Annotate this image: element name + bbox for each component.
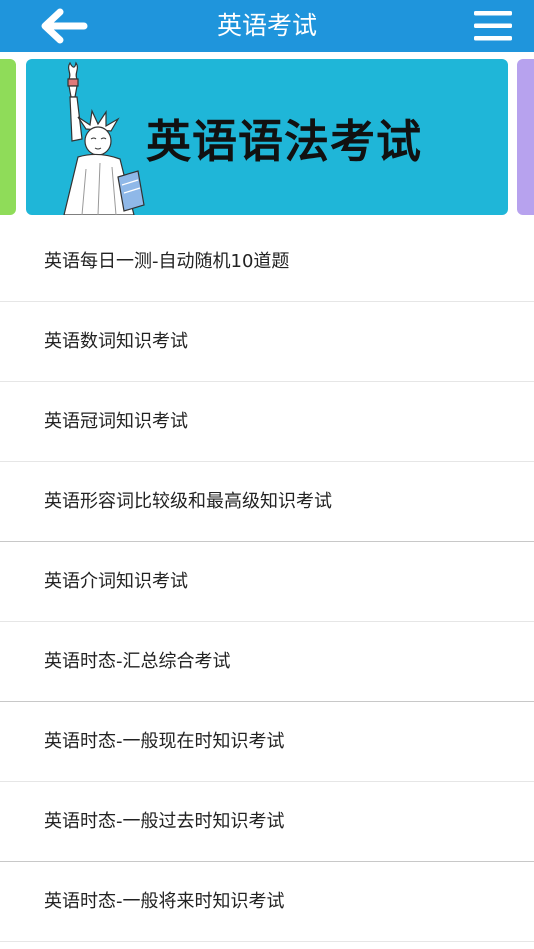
list-item[interactable]: 英语时态-汇总综合考试 (0, 622, 534, 702)
list-item[interactable]: 英语时态-一般过去时知识考试 (0, 782, 534, 862)
banner-title: 英语语法考试 (146, 115, 423, 168)
list-item[interactable]: 英语介词知识考试 (0, 542, 534, 622)
list-item[interactable]: 英语时态-一般现在时知识考试 (0, 702, 534, 782)
list-item[interactable]: 英语形容词比较级和最高级知识考试 (0, 462, 534, 542)
arrow-left-icon (41, 8, 88, 44)
list-item[interactable]: 英语冠词知识考试 (0, 382, 534, 462)
exam-label: 英语时态-一般现在时知识考试 (44, 731, 285, 752)
app-header: 英语考试 (0, 0, 534, 52)
banner-slide[interactable]: 英语语法考试 (26, 59, 508, 215)
exam-label: 英语冠词知识考试 (44, 411, 188, 432)
list-item[interactable]: 英语每日一测-自动随机10道题 (0, 222, 534, 302)
exam-label: 英语数词知识考试 (44, 331, 188, 352)
statue-of-liberty-illustration (63, 61, 145, 215)
previous-slide-peek[interactable] (0, 59, 16, 215)
menu-button[interactable] (474, 9, 514, 43)
list-item[interactable]: 英语时态-一般将来时知识考试 (0, 862, 534, 942)
exam-label: 英语时态-一般将来时知识考试 (44, 891, 285, 912)
banner-carousel[interactable]: 英语语法考试 (0, 52, 534, 222)
next-slide-peek[interactable] (517, 59, 534, 215)
exam-label: 英语介词知识考试 (44, 571, 188, 592)
exam-list: 英语每日一测-自动随机10道题 英语数词知识考试 英语冠词知识考试 英语形容词比… (0, 222, 534, 942)
exam-label: 英语每日一测-自动随机10道题 (44, 251, 290, 272)
hamburger-menu-icon (474, 11, 512, 41)
exam-label: 英语时态-一般过去时知识考试 (44, 811, 285, 832)
exam-label: 英语形容词比较级和最高级知识考试 (44, 491, 332, 512)
list-item[interactable]: 英语数词知识考试 (0, 302, 534, 382)
back-button[interactable] (36, 6, 92, 46)
exam-label: 英语时态-汇总综合考试 (44, 651, 231, 672)
